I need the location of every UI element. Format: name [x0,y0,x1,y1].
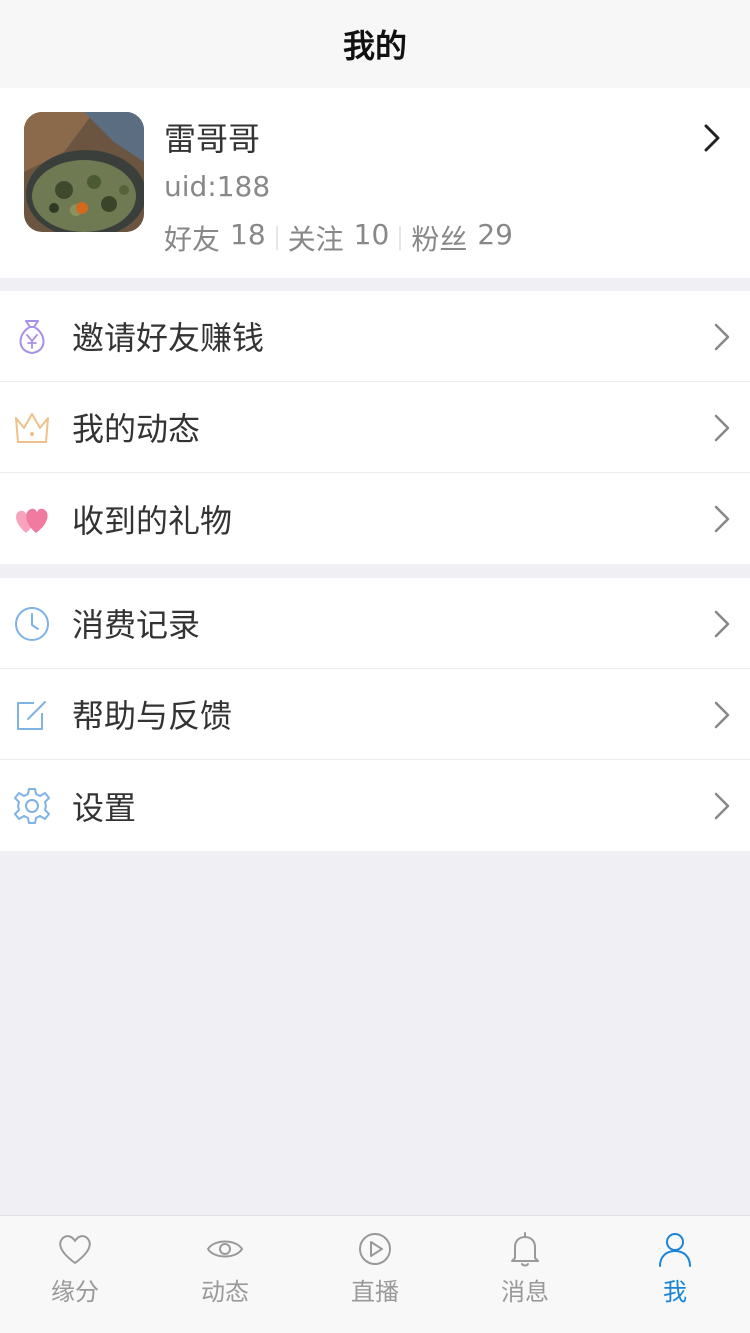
tab-bar: 缘分 动态 直播 消息 我 [0,1215,750,1333]
profile-card[interactable]: 雷哥哥 uid:188 好友 18 关注 10 粉丝 29 [0,88,750,278]
avatar[interactable] [24,112,144,232]
chevron-right-icon [714,792,730,820]
menu-item-settings[interactable]: 设置 [0,760,750,851]
menu-group-2: 消费记录 帮助与反馈 设置 [0,578,750,851]
hearts-icon [16,508,48,533]
stat-value: 10 [353,218,390,251]
clock-icon [15,607,49,641]
chevron-right-icon [714,610,730,638]
profile-stats: 好友 18 关注 10 粉丝 29 [164,218,513,258]
stat-label: 粉丝 [411,223,468,256]
tab-messages[interactable]: 消息 [450,1216,600,1333]
tab-moments[interactable]: 动态 [150,1216,300,1333]
user-icon [659,1233,691,1267]
menu-label: 我的动态 [72,410,201,448]
stat-value: 18 [230,218,266,251]
stat-fans[interactable]: 粉丝 29 [411,218,513,258]
tab-label: 缘分 [51,1278,99,1306]
tab-live[interactable]: 直播 [300,1216,450,1333]
menu-item-help-feedback[interactable]: 帮助与反馈 [0,669,750,760]
menu-label: 邀请好友赚钱 [72,319,265,357]
stat-friends[interactable]: 好友 18 [164,218,266,258]
page-title: 我的 [342,27,407,65]
stat-following[interactable]: 关注 10 [288,218,390,258]
menu-label: 设置 [72,788,137,827]
divider [399,226,402,250]
bell-icon [511,1232,539,1267]
menu-label: 帮助与反馈 [72,697,233,735]
menu-label: 收到的礼物 [72,501,233,540]
stat-label: 好友 [164,223,221,256]
chevron-right-icon [714,414,730,442]
profile-uid: uid:188 [164,170,271,203]
play-icon [359,1233,391,1265]
menu-item-gifts[interactable]: 收到的礼物 [0,473,750,564]
tab-label: 直播 [351,1278,399,1306]
crown-icon [15,413,49,443]
divider [275,226,278,250]
menu-group-1: 邀请好友赚钱 我的动态 收到的礼物 [0,291,750,564]
tab-label: 动态 [201,1278,249,1306]
stat-value: 29 [477,218,513,251]
menu-item-invite[interactable]: 邀请好友赚钱 [0,291,750,382]
chevron-right-icon [704,124,720,152]
menu-item-my-posts[interactable]: 我的动态 [0,382,750,473]
chevron-right-icon [714,701,730,729]
tab-label: 消息 [501,1278,549,1306]
eye-icon [206,1240,244,1258]
money-bag-icon [19,320,45,355]
tab-label: 我 [663,1278,687,1306]
menu-label: 消费记录 [72,606,201,644]
chevron-right-icon [714,323,730,351]
menu-item-spending-record[interactable]: 消费记录 [0,578,750,669]
nav-bar: 我的 [0,0,750,88]
chevron-right-icon [714,505,730,533]
stat-label: 关注 [287,223,344,256]
tab-fate[interactable]: 缘分 [0,1216,150,1333]
tab-me[interactable]: 我 [600,1216,750,1333]
heart-icon [59,1235,91,1264]
edit-icon [17,701,46,730]
gear-icon [14,788,50,824]
profile-name: 雷哥哥 [164,120,261,158]
